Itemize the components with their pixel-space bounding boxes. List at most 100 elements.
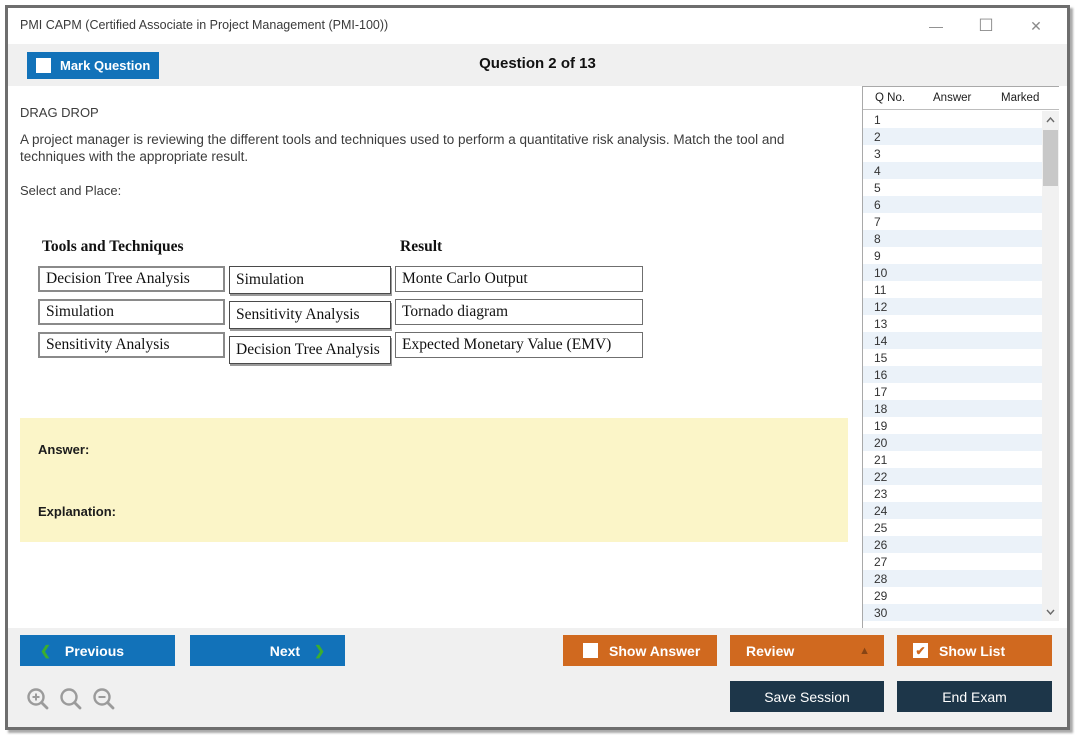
question-number: 15	[874, 351, 887, 365]
scrollbar-thumb[interactable]	[1043, 130, 1058, 186]
question-list-row[interactable]: 8	[863, 230, 1043, 247]
show-list-label: Show List	[939, 643, 1005, 659]
minimize-icon[interactable]: —	[923, 14, 949, 38]
question-list-row[interactable]: 6	[863, 196, 1043, 213]
question-number: 4	[874, 164, 881, 178]
maximize-icon[interactable]: ☐	[973, 14, 999, 38]
question-list-row[interactable]: 21	[863, 451, 1043, 468]
question-list-row[interactable]: 4	[863, 162, 1043, 179]
explanation-label: Explanation:	[38, 504, 116, 519]
question-number: 1	[874, 113, 881, 127]
zoom-in-icon[interactable]	[25, 686, 51, 712]
question-content: DRAG DROP A project manager is reviewing…	[8, 86, 854, 628]
question-list-row[interactable]: 29	[863, 587, 1043, 604]
zoom-reset-icon[interactable]	[58, 686, 84, 712]
question-list-row[interactable]: 19	[863, 417, 1043, 434]
question-list-row[interactable]: 10	[863, 264, 1043, 281]
question-list-row[interactable]: 22	[863, 468, 1043, 485]
question-list-scrollbar[interactable]	[1042, 111, 1059, 621]
select-and-place-label: Select and Place:	[20, 183, 121, 198]
review-button[interactable]: Review ▲	[730, 635, 884, 666]
question-number: 17	[874, 385, 887, 399]
question-list-row[interactable]: 9	[863, 247, 1043, 264]
question-number: 12	[874, 300, 887, 314]
question-list-row[interactable]: 2	[863, 128, 1043, 145]
drag-drop-area: Tools and Techniques Result Decision Tre…	[38, 238, 678, 378]
footer-bar: ❮ Previous Next ❯ Show Answer Review ▲ ✔…	[8, 628, 1067, 727]
result-column: Monte Carlo OutputTornado diagramExpecte…	[395, 266, 643, 358]
mark-question-checkbox[interactable]	[36, 58, 51, 73]
question-list-header: Q No. Answer Marked	[863, 87, 1059, 110]
question-list-row[interactable]: 30	[863, 604, 1043, 621]
drag-source-item[interactable]: Sensitivity Analysis	[38, 332, 225, 358]
tools-column-header: Tools and Techniques	[42, 238, 184, 256]
question-number: 23	[874, 487, 887, 501]
question-list-row[interactable]: 17	[863, 383, 1043, 400]
dropped-item[interactable]: Sensitivity Analysis	[229, 301, 391, 329]
question-list: 1234567891011121314151617181920212223242…	[863, 111, 1043, 621]
show-list-button[interactable]: ✔ Show List	[897, 635, 1052, 666]
question-list-row[interactable]: 15	[863, 349, 1043, 366]
question-list-row[interactable]: 13	[863, 315, 1043, 332]
question-list-row[interactable]: 28	[863, 570, 1043, 587]
caret-up-icon: ▲	[859, 645, 870, 657]
question-list-row[interactable]: 14	[863, 332, 1043, 349]
question-list-row[interactable]: 18	[863, 400, 1043, 417]
question-list-row[interactable]: 11	[863, 281, 1043, 298]
show-answer-checkbox[interactable]	[583, 643, 598, 658]
question-number: 22	[874, 470, 887, 484]
next-label: Next	[270, 643, 300, 659]
question-number: 27	[874, 555, 887, 569]
question-list-row[interactable]: 20	[863, 434, 1043, 451]
question-type-label: DRAG DROP	[20, 105, 99, 120]
answer-panel: Answer: Explanation:	[20, 418, 848, 542]
zoom-controls	[25, 686, 117, 712]
window-controls: — ☐ ✕	[923, 14, 1049, 38]
question-list-row[interactable]: 27	[863, 553, 1043, 570]
answer-label: Answer:	[38, 442, 89, 457]
question-list-row[interactable]: 7	[863, 213, 1043, 230]
save-session-label: Save Session	[764, 689, 850, 705]
drag-source-item[interactable]: Decision Tree Analysis	[38, 266, 225, 292]
question-list-row[interactable]: 3	[863, 145, 1043, 162]
question-header-strip: Question 2 of 13 Mark Question	[8, 44, 1067, 86]
column-header-qno: Q No.	[875, 92, 905, 104]
question-list-row[interactable]: 26	[863, 536, 1043, 553]
previous-button[interactable]: ❮ Previous	[20, 635, 175, 666]
question-list-row[interactable]: 1	[863, 111, 1043, 128]
question-number: 21	[874, 453, 887, 467]
show-answer-button[interactable]: Show Answer	[563, 635, 717, 666]
question-list-row[interactable]: 24	[863, 502, 1043, 519]
scroll-down-icon[interactable]	[1042, 604, 1059, 620]
show-list-checkbox[interactable]: ✔	[913, 643, 928, 658]
question-number: 29	[874, 589, 887, 603]
previous-label: Previous	[65, 643, 124, 659]
question-number: 28	[874, 572, 887, 586]
mark-question-button[interactable]: Mark Question	[27, 52, 159, 79]
question-list-row[interactable]: 12	[863, 298, 1043, 315]
end-exam-button[interactable]: End Exam	[897, 681, 1052, 712]
question-number: 18	[874, 402, 887, 416]
question-number: 19	[874, 419, 887, 433]
question-list-row[interactable]: 23	[863, 485, 1043, 502]
question-number: 7	[874, 215, 881, 229]
question-number: 13	[874, 317, 887, 331]
question-list-row[interactable]: 16	[863, 366, 1043, 383]
question-number: 5	[874, 181, 881, 195]
dropped-item[interactable]: Decision Tree Analysis	[229, 336, 391, 364]
end-exam-label: End Exam	[942, 689, 1007, 705]
next-button[interactable]: Next ❯	[190, 635, 345, 666]
question-number: 9	[874, 249, 881, 263]
result-item: Monte Carlo Output	[395, 266, 643, 292]
save-session-button[interactable]: Save Session	[730, 681, 884, 712]
question-list-row[interactable]: 25	[863, 519, 1043, 536]
drag-source-item[interactable]: Simulation	[38, 299, 225, 325]
app-window: PMI CAPM (Certified Associate in Project…	[5, 5, 1070, 730]
drag-drop-column: Simulation Sensitivity Analysis Decision T…	[229, 266, 391, 364]
zoom-out-icon[interactable]	[91, 686, 117, 712]
question-number: 24	[874, 504, 887, 518]
scroll-up-icon[interactable]	[1042, 112, 1059, 128]
question-list-row[interactable]: 5	[863, 179, 1043, 196]
close-icon[interactable]: ✕	[1023, 14, 1049, 38]
dropped-item[interactable]: Simulation	[229, 266, 391, 294]
